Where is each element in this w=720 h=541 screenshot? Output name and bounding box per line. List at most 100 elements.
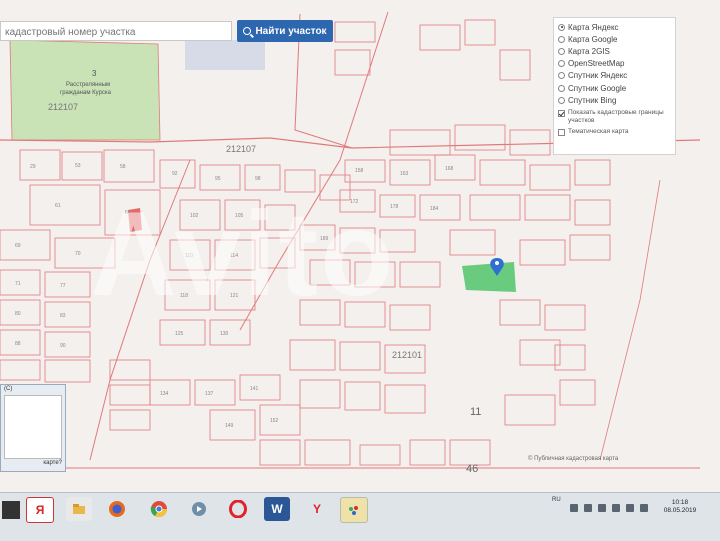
tray-up-arrow-icon[interactable]: [570, 504, 578, 512]
system-clock[interactable]: 10:18 08.05.2019: [660, 499, 700, 515]
find-parcel-button[interactable]: Найти участок: [237, 20, 333, 42]
layer-option-label: Спутник Яндекс: [568, 71, 628, 81]
big-number: 46: [466, 463, 478, 475]
parcel-number: 130: [220, 331, 229, 337]
window-body: [4, 395, 62, 459]
parcel-number: 29: [30, 164, 36, 170]
parcel-number: 102: [190, 213, 199, 219]
overlay-window[interactable]: (C) карте?: [0, 384, 66, 472]
district-number: 3: [92, 69, 97, 78]
paint-icon[interactable]: [340, 497, 368, 523]
cadastral-search: [0, 21, 232, 42]
tray-flag-icon[interactable]: [626, 504, 634, 512]
parcel-number: 168: [445, 166, 454, 172]
parcel-number: 88: [15, 341, 21, 347]
parcel-number: 64: [125, 210, 131, 216]
parcel-number: 105: [235, 213, 244, 219]
find-parcel-label: Найти участок: [255, 25, 327, 37]
parcel-number: 114: [230, 253, 238, 259]
cadastral-number-input[interactable]: [1, 23, 231, 42]
clock-time: 10:18: [671, 499, 689, 506]
parcel-number: 90: [60, 343, 66, 349]
parcel-number: 53: [75, 163, 81, 169]
parcel-number: 141: [250, 386, 259, 392]
layer-option[interactable]: Спутник Bing: [558, 94, 671, 106]
layer-option-label: Карта Яндекс: [568, 22, 619, 32]
window-title: (C): [4, 386, 13, 392]
layer-option-label: Спутник Bing: [568, 95, 617, 105]
show-cadastral-label: Показать кадастровые границы участков: [568, 109, 664, 125]
search-icon: [243, 27, 252, 35]
svg-text:Расстрелянным: Расстрелянным: [66, 82, 110, 88]
radio-icon[interactable]: [558, 23, 565, 31]
parcel-number: 152: [270, 418, 279, 424]
radio-icon[interactable]: [558, 47, 565, 55]
language-indicator[interactable]: RU: [552, 497, 561, 503]
radio-icon[interactable]: [558, 72, 565, 80]
tray-keyboard-icon[interactable]: [640, 504, 648, 512]
browser-viewport: 3 Расстрелянным гражданам Курска 212107 …: [0, 0, 720, 492]
layer-option-label: OpenStreetMap: [568, 59, 625, 69]
radio-icon[interactable]: [558, 84, 565, 92]
checkbox-icon[interactable]: [558, 110, 565, 118]
parcel-number: 92: [172, 171, 178, 177]
clock-date: 08.05.2019: [663, 507, 697, 514]
parcel-number: 71: [15, 281, 21, 287]
radio-icon[interactable]: [558, 96, 565, 104]
parcel-number: 134: [160, 391, 169, 397]
explorer-icon[interactable]: [66, 497, 92, 521]
media-player-icon[interactable]: [186, 497, 212, 521]
parcel-number: 83: [60, 313, 66, 319]
parcel-number: 80: [15, 311, 21, 317]
selected-parcel: [462, 262, 516, 292]
word-icon[interactable]: W: [264, 497, 290, 521]
parcel-number: 70: [75, 251, 81, 257]
parcel-number: 69: [15, 243, 21, 249]
layer-option[interactable]: Карта 2GIS: [558, 45, 671, 57]
layer-option-label: Карта 2GIS: [568, 46, 610, 56]
parcel-number: 110: [185, 253, 193, 259]
layer-option-label: Карта Google: [568, 34, 618, 44]
parcel-number: 125: [175, 331, 184, 337]
parcel-number: 137: [205, 391, 214, 397]
radio-icon[interactable]: [558, 60, 565, 68]
parcel-number: 77: [60, 283, 66, 289]
radio-icon[interactable]: [558, 35, 565, 43]
firefox-icon[interactable]: [104, 497, 130, 521]
quarter-label: 212107: [48, 102, 78, 112]
yandex-icon[interactable]: Y: [304, 497, 330, 521]
big-number: 11: [470, 406, 481, 418]
parcel-number: 118: [180, 293, 188, 299]
thematic-map-toggle[interactable]: Тематическая карта: [558, 128, 671, 137]
layer-option[interactable]: OpenStreetMap: [558, 58, 671, 70]
parcel-number: 184: [430, 206, 439, 212]
parcel-number: 98: [255, 176, 261, 182]
show-cadastral-toggle[interactable]: Показать кадастровые границы участков: [558, 109, 671, 125]
parcel-number: 158: [355, 168, 364, 174]
parcel-number: 95: [215, 176, 221, 182]
tray-network-icon[interactable]: [584, 504, 592, 512]
tray-battery-icon[interactable]: [612, 504, 620, 512]
window-footer-text: карте?: [43, 460, 62, 466]
layer-option[interactable]: Спутник Google: [558, 82, 671, 94]
yandex-browser-icon[interactable]: Я: [26, 497, 54, 523]
map-attribution[interactable]: © Публичная кадастровая карта: [528, 456, 618, 462]
parcel-number: 189: [320, 236, 329, 242]
layer-option[interactable]: Карта Google: [558, 33, 671, 45]
chrome-icon[interactable]: [146, 497, 172, 521]
layer-option[interactable]: Спутник Яндекс: [558, 70, 671, 82]
checkbox-icon[interactable]: [558, 129, 565, 137]
opera-icon[interactable]: [225, 497, 251, 521]
layer-option-label: Спутник Google: [568, 83, 627, 93]
parcel-number: 58: [120, 164, 126, 170]
layer-option[interactable]: Карта Яндекс: [558, 21, 671, 33]
parcel-number: 61: [55, 203, 61, 209]
quarter-label: 212107: [226, 144, 256, 154]
parcel-number: 163: [400, 171, 409, 177]
start-button[interactable]: [2, 501, 20, 519]
quarter-label: 212101: [392, 350, 422, 360]
parcel-number: 178: [390, 204, 399, 210]
map-layer-panel: Карта Яндекс Карта Google Карта 2GIS OpenSt…: [553, 17, 676, 155]
tray-volume-icon[interactable]: [598, 504, 606, 512]
parcel-number: 149: [225, 423, 234, 429]
